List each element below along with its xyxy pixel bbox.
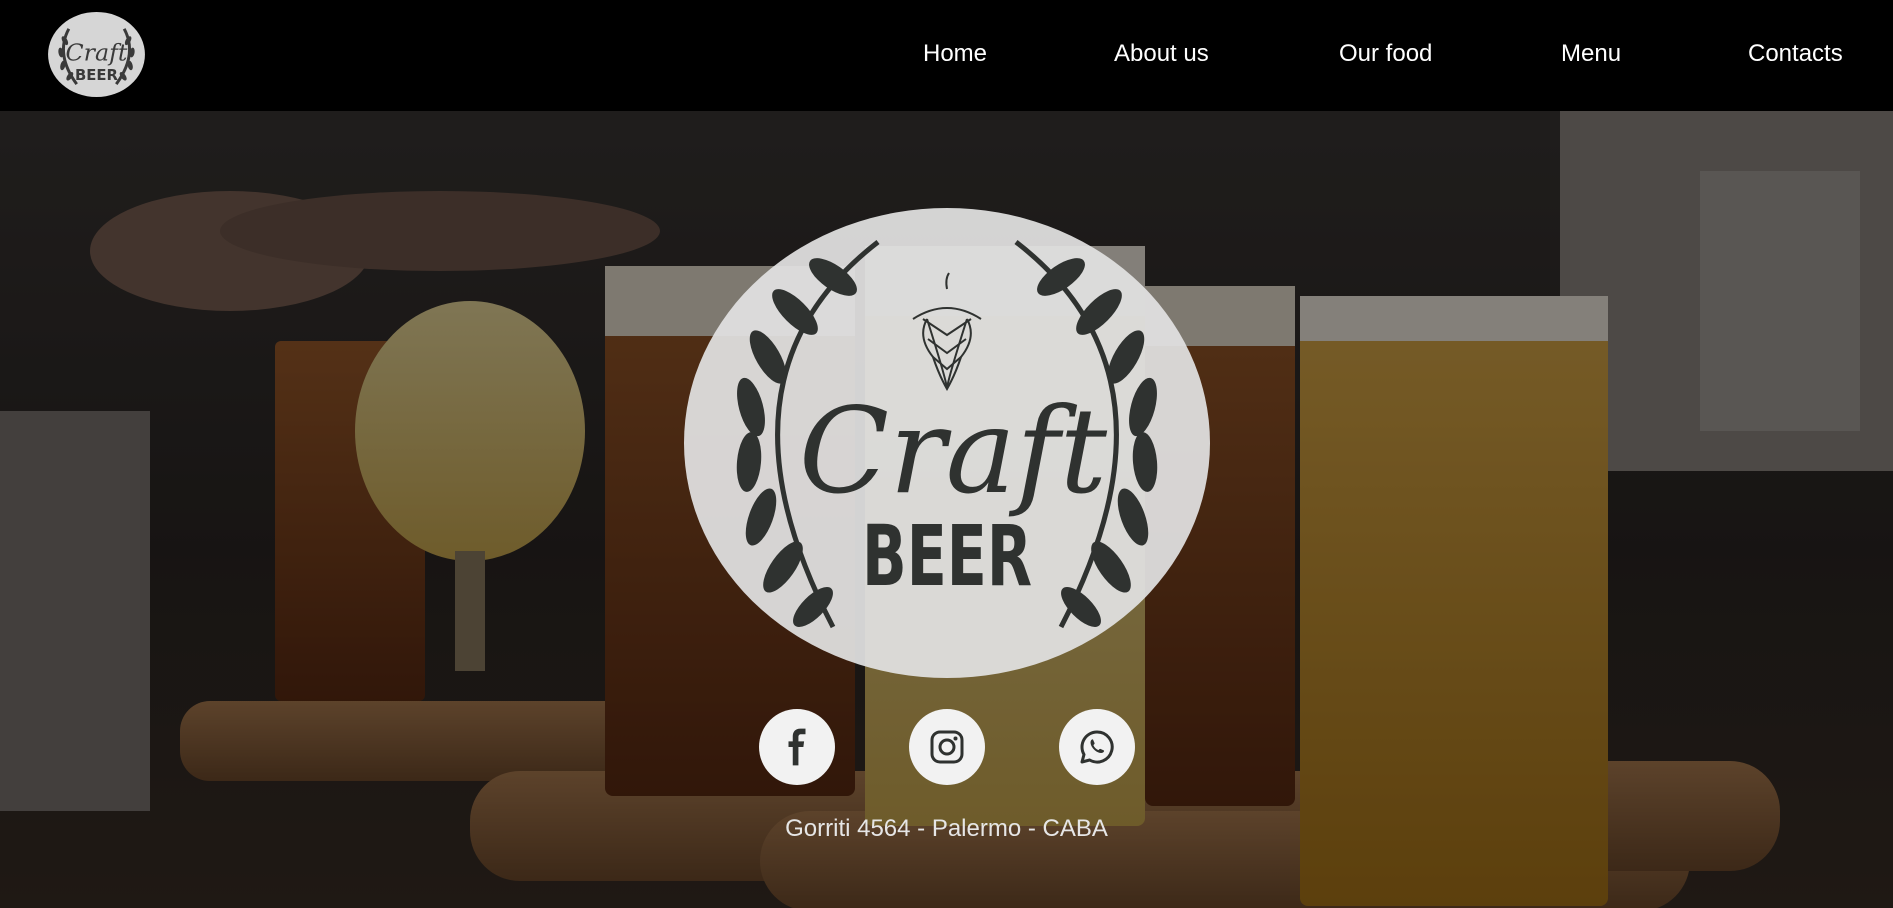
- address-text: Gorriti 4564 - Palermo - CABA: [785, 815, 1108, 842]
- hero-logo-line2: BEER: [862, 507, 1032, 605]
- site-header: Craft BEER Home About us Our food Menu C…: [0, 0, 1893, 111]
- instagram-icon: [930, 730, 964, 764]
- whatsapp-icon: [1080, 730, 1114, 764]
- hero-logo-line1: Craft: [799, 382, 1108, 520]
- hero-section: Craft BEER Gorriti 4564 - Palermo - CABA: [0, 111, 1893, 908]
- nav-home[interactable]: Home: [923, 40, 987, 68]
- nav-about-us[interactable]: About us: [1114, 40, 1209, 68]
- instagram-button[interactable]: [909, 709, 985, 785]
- nav-menu[interactable]: Menu: [1561, 40, 1621, 68]
- hero-logo: Craft BEER: [684, 208, 1210, 678]
- nav-contacts[interactable]: Contacts: [1748, 40, 1843, 68]
- nav-our-food[interactable]: Our food: [1339, 40, 1432, 68]
- whatsapp-button[interactable]: [1059, 709, 1135, 785]
- main-nav: Home About us Our food Menu Contacts: [0, 0, 1893, 111]
- facebook-icon: [788, 728, 806, 766]
- facebook-button[interactable]: [759, 709, 835, 785]
